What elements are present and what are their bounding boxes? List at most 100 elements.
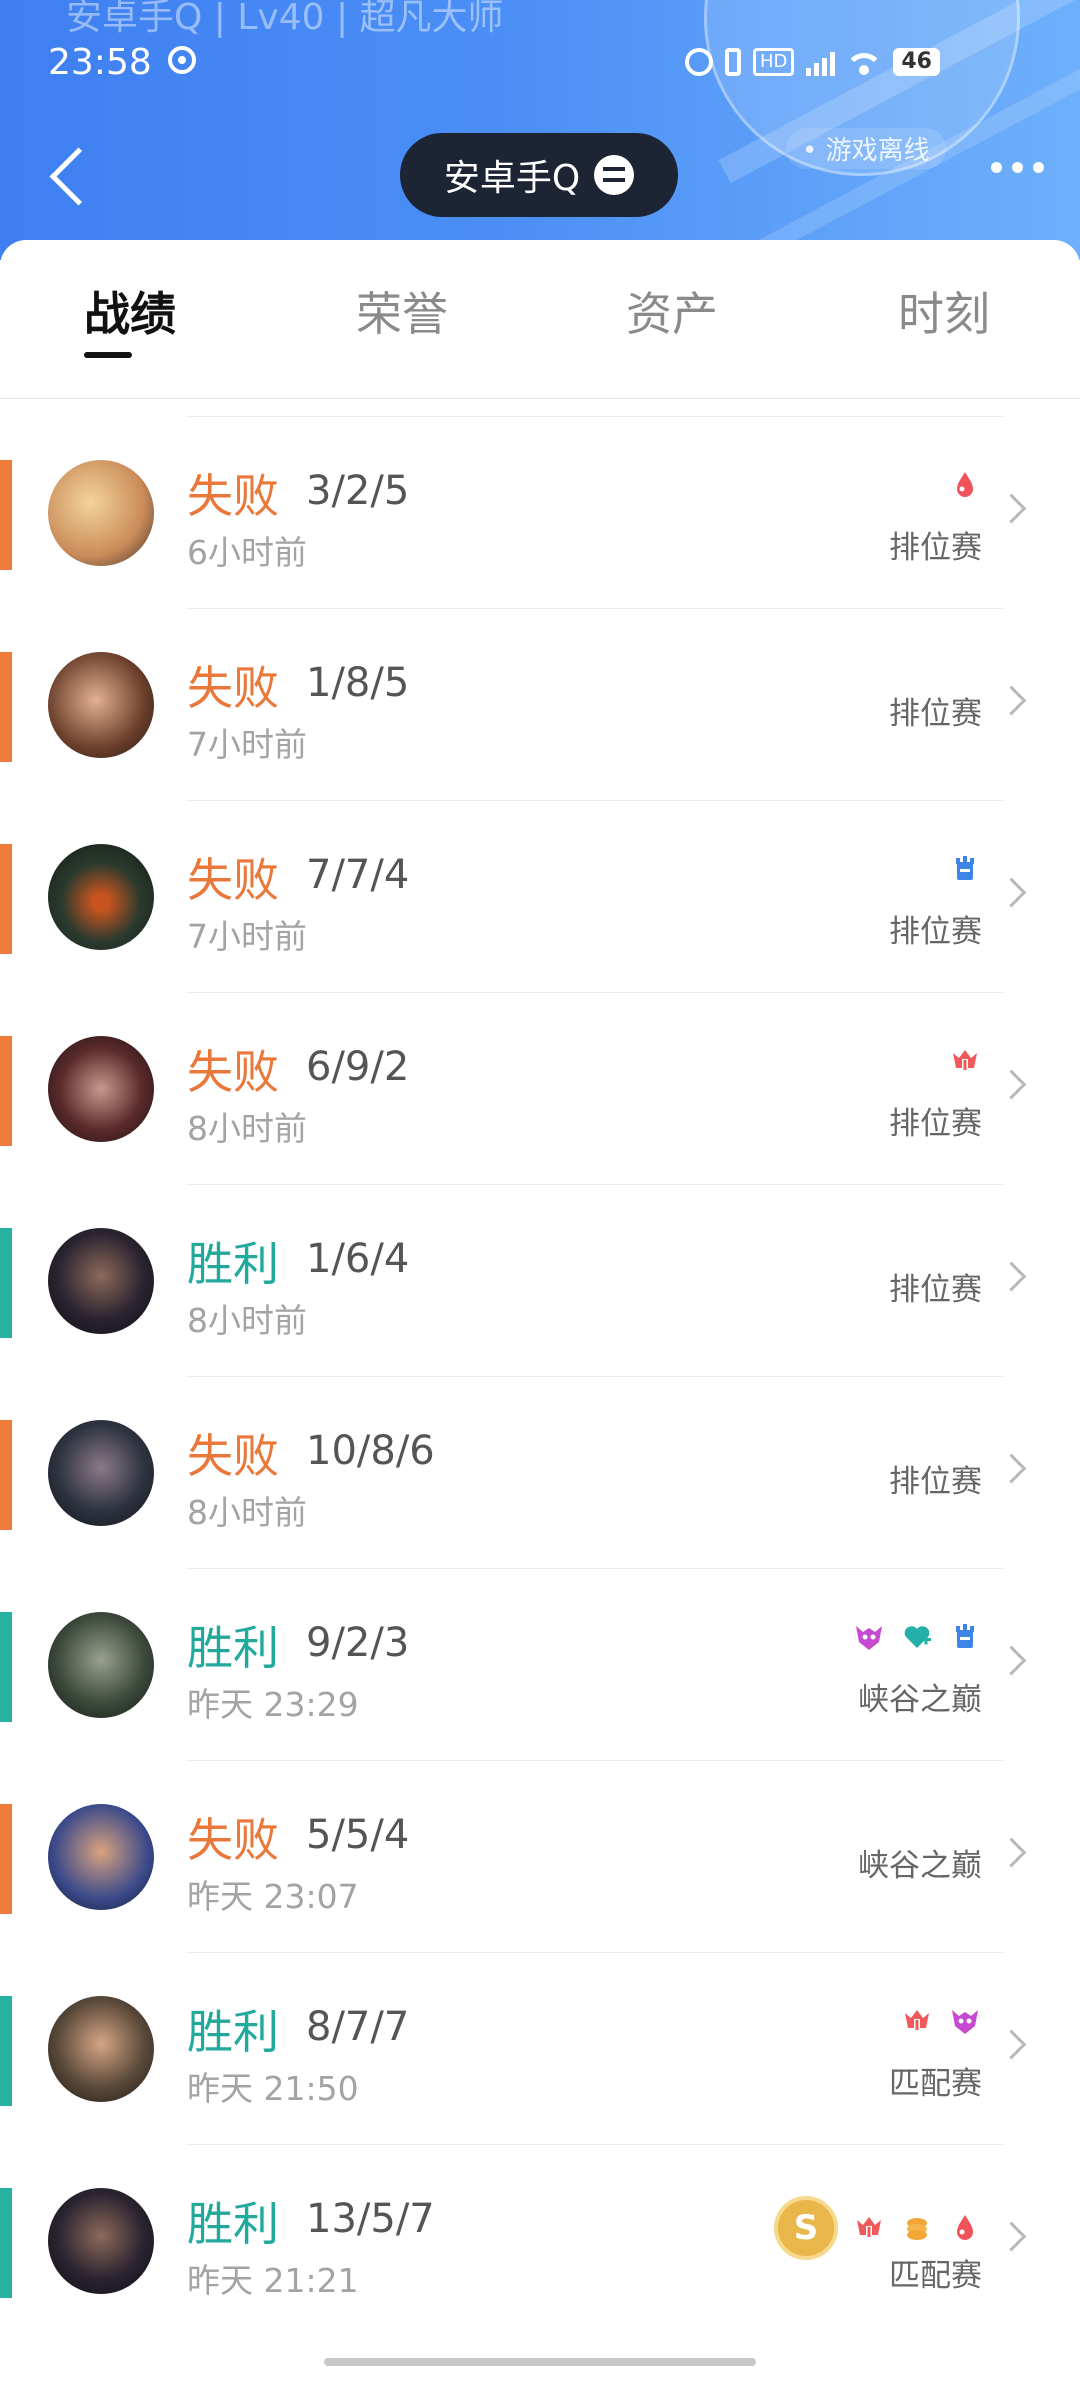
champion-avatar[interactable] — [48, 844, 154, 950]
crown-red-icon — [948, 1044, 982, 1078]
account-switch-button[interactable]: 安卓手Q — [400, 133, 678, 217]
result-indicator-bar — [0, 1804, 12, 1914]
match-result: 胜利 — [187, 2005, 279, 2059]
match-time: 昨天 23:07 — [187, 1877, 359, 1916]
player-summary: 安卓手Q | Lv40 | 超凡大师 — [66, 0, 504, 38]
champion-avatar[interactable] — [48, 460, 154, 566]
chevron-right-icon — [996, 493, 1027, 524]
chevron-right-icon — [996, 1069, 1027, 1100]
row-divider — [186, 416, 1004, 417]
profile-header: 安卓手Q | Lv40 | 超凡大师 23:58 HD 46 • 游戏离线 安卓… — [0, 0, 1080, 260]
chevron-right-icon — [996, 685, 1027, 716]
match-result: 胜利 — [187, 2197, 279, 2251]
result-indicator-bar — [0, 1996, 12, 2106]
match-time: 7小时前 — [187, 917, 307, 956]
drop-red-icon — [948, 2211, 982, 2245]
match-row[interactable]: 失败 5/5/4 昨天 23:07 峡谷之巅 — [0, 1760, 1080, 1952]
chevron-right-icon — [996, 2029, 1027, 2060]
champion-avatar[interactable] — [48, 1228, 154, 1334]
chevron-right-icon — [996, 1837, 1027, 1868]
vibrate-icon — [724, 48, 741, 76]
match-row[interactable]: 胜利 8/7/7 昨天 21:50 匹配赛 — [0, 1952, 1080, 2144]
champion-avatar[interactable] — [48, 1420, 154, 1526]
match-row[interactable]: 失败 1/8/5 7小时前 排位赛 — [0, 608, 1080, 800]
champion-avatar[interactable] — [48, 1996, 154, 2102]
tower-blue-icon — [948, 852, 982, 886]
chevron-right-icon — [996, 2221, 1027, 2252]
wifi-icon — [847, 49, 882, 75]
match-row[interactable]: 失败 10/8/6 8小时前 排位赛 — [0, 1376, 1080, 1568]
match-result: 失败 — [187, 1813, 279, 1867]
back-button[interactable] — [44, 140, 100, 210]
match-time: 昨天 21:21 — [187, 2261, 359, 2300]
result-indicator-bar — [0, 2188, 12, 2298]
swap-icon — [594, 155, 635, 195]
match-mode: 排位赛 — [889, 1106, 982, 1142]
tab-honor[interactable]: 荣誉 — [356, 278, 448, 344]
champion-avatar[interactable] — [48, 1804, 154, 1910]
match-kda: 6/9/2 — [306, 1044, 410, 1090]
champion-avatar[interactable] — [48, 652, 154, 758]
match-row[interactable]: 失败 7/7/4 7小时前 排位赛 — [0, 800, 1080, 992]
match-kda: 5/5/4 — [306, 1812, 410, 1858]
match-history-list: 失败 3/2/5 6小时前 排位赛 失败 1/8/5 7小时前 排位赛 失败 7/7/4 7小时前排… — [0, 416, 1080, 2336]
match-result: 失败 — [187, 1045, 279, 1099]
account-label: 安卓手Q — [443, 158, 581, 199]
match-row[interactable]: 胜利 1/6/4 8小时前 排位赛 — [0, 1184, 1080, 1376]
match-time: 8小时前 — [187, 1493, 307, 1532]
match-kda: 1/6/4 — [306, 1236, 410, 1282]
crown-red-icon — [900, 2004, 934, 2038]
row-divider — [186, 1568, 1004, 1569]
drop-red-icon — [948, 468, 982, 502]
match-row[interactable]: 胜利 9/2/3 昨天 23:29 峡谷之巅 — [0, 1568, 1080, 1760]
result-indicator-bar — [0, 844, 12, 954]
match-mode: 排位赛 — [889, 530, 982, 566]
match-row[interactable]: 胜利 13/5/7 昨天 21:21 S 匹配赛 — [0, 2144, 1080, 2336]
row-divider — [186, 800, 1004, 801]
match-mode: 排位赛 — [889, 1272, 982, 1308]
match-mode: 峡谷之巅 — [858, 1682, 982, 1718]
more-button[interactable] — [991, 162, 1044, 173]
heart-teal-icon — [900, 1620, 934, 1654]
match-result: 失败 — [187, 853, 279, 907]
chevron-right-icon — [996, 1645, 1027, 1676]
result-indicator-bar — [0, 1228, 12, 1338]
match-badges — [900, 2004, 982, 2038]
crown-red-icon — [852, 2211, 886, 2245]
battery-icon: 46 — [893, 48, 940, 76]
tab-moments[interactable]: 时刻 — [898, 278, 990, 344]
match-badges — [852, 1620, 982, 1654]
match-row[interactable]: 失败 6/9/2 8小时前 排位赛 — [0, 992, 1080, 1184]
match-time: 7小时前 — [187, 725, 307, 764]
match-time: 昨天 21:50 — [187, 2069, 359, 2108]
match-kda: 9/2/3 — [306, 1620, 410, 1666]
chevron-right-icon — [996, 1261, 1027, 1292]
tab-record[interactable]: 战绩 — [84, 278, 176, 344]
gold-s-coin-icon: S — [774, 2196, 838, 2260]
match-result: 失败 — [187, 1429, 279, 1483]
alarm-icon — [684, 48, 713, 76]
tower-blue-icon — [948, 1620, 982, 1654]
coins-orange-icon — [900, 2211, 934, 2245]
match-time: 昨天 23:29 — [187, 1685, 359, 1724]
row-divider — [186, 1376, 1004, 1377]
result-indicator-bar — [0, 460, 12, 570]
tab-assets[interactable]: 资产 — [626, 278, 718, 344]
match-kda: 7/7/4 — [306, 852, 410, 898]
match-mode: 排位赛 — [889, 1464, 982, 1500]
match-mode: 峡谷之巅 — [858, 1848, 982, 1884]
match-time: 8小时前 — [187, 1109, 307, 1148]
row-divider — [186, 608, 1004, 609]
match-kda: 3/2/5 — [306, 468, 410, 514]
row-divider — [186, 1760, 1004, 1761]
champion-avatar[interactable] — [48, 1612, 154, 1718]
match-badges — [948, 852, 982, 886]
champion-avatar[interactable] — [48, 2188, 154, 2294]
result-indicator-bar — [0, 1420, 12, 1530]
match-row[interactable]: 失败 3/2/5 6小时前 排位赛 — [0, 416, 1080, 608]
match-mode: 排位赛 — [889, 914, 982, 950]
row-divider — [186, 1952, 1004, 1953]
home-indicator[interactable] — [324, 2358, 756, 2366]
champion-avatar[interactable] — [48, 1036, 154, 1142]
result-indicator-bar — [0, 1612, 12, 1722]
